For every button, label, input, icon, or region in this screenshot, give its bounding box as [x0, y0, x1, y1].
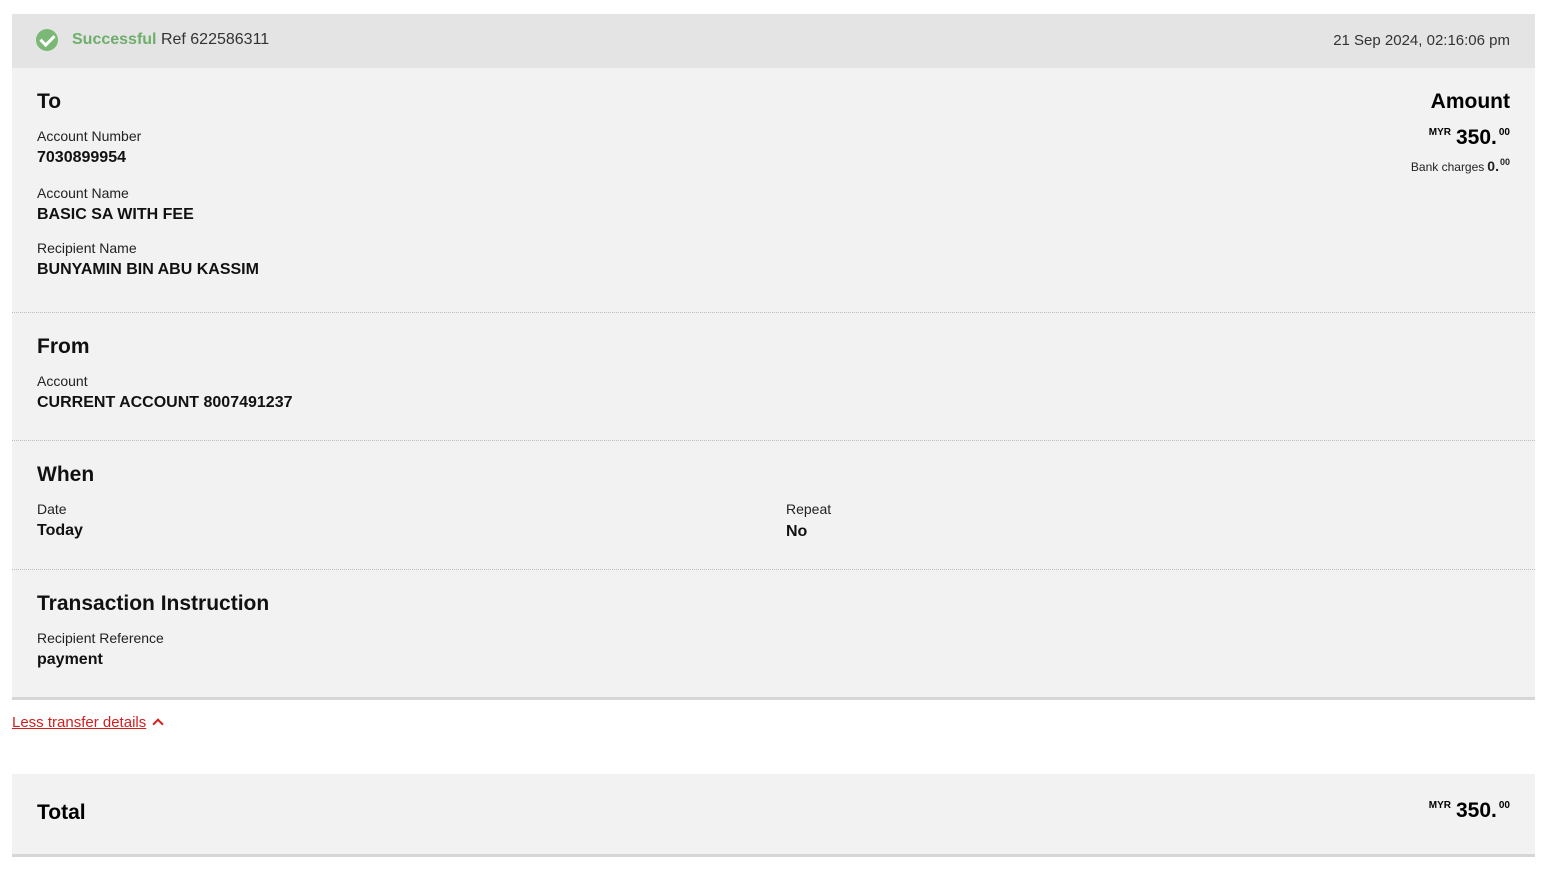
date-label: Date — [37, 501, 67, 517]
section-divider — [12, 312, 1535, 313]
transfer-details-card: Successful Ref 622586311 21 Sep 2024, 02… — [12, 14, 1535, 700]
recipient-reference-label: Recipient Reference — [37, 630, 164, 646]
account-name-value: BASIC SA WITH FEE — [37, 206, 194, 223]
status-line: Successful Ref 622586311 — [72, 31, 269, 49]
section-divider — [12, 440, 1535, 441]
from-account-value: CURRENT ACCOUNT 8007491237 — [37, 394, 293, 411]
amount-title: Amount — [1430, 90, 1510, 113]
from-account-label: Account — [37, 373, 88, 389]
reference-number: Ref 622586311 — [160, 31, 270, 48]
when-section-title: When — [37, 463, 95, 486]
recipient-name-value: BUNYAMIN BIN ABU KASSIM — [37, 261, 259, 278]
total-currency: MYR — [1428, 800, 1451, 811]
less-transfer-details-link[interactable]: Less transfer details — [12, 714, 164, 731]
total-card: Total MYR 350. 00 — [12, 774, 1535, 857]
total-title: Total — [37, 801, 86, 824]
account-number-value: 7030899954 — [37, 149, 126, 166]
repeat-label: Repeat — [786, 501, 832, 517]
chevron-up-icon — [152, 718, 164, 730]
bank-charges: Bank charges 0.00 — [1411, 157, 1510, 174]
amount-whole: 350. — [1456, 126, 1497, 149]
status-text: Successful — [72, 31, 157, 48]
section-divider — [12, 569, 1535, 570]
amount-cents: 00 — [1498, 127, 1510, 138]
transaction-timestamp: 21 Sep 2024, 02:16:06 pm — [1333, 32, 1510, 49]
bank-charges-whole: 0. — [1487, 158, 1499, 174]
total-amount: MYR 350. 00 — [1429, 799, 1510, 823]
less-transfer-details-label: Less transfer details — [12, 714, 147, 731]
status-bar: Successful Ref 622586311 21 Sep 2024, 02… — [12, 14, 1535, 68]
total-whole: 350. — [1456, 799, 1497, 822]
account-number-label: Account Number — [37, 128, 142, 144]
instruction-section-title: Transaction Instruction — [37, 592, 270, 615]
total-cents: 00 — [1498, 800, 1510, 811]
recipient-name-label: Recipient Name — [37, 240, 137, 256]
account-name-label: Account Name — [37, 185, 129, 201]
from-section-title: From — [37, 335, 90, 358]
amount-value: MYR 350. 00 — [1429, 126, 1510, 150]
repeat-value: No — [786, 523, 808, 540]
amount-currency: MYR — [1428, 127, 1451, 138]
check-circle-icon — [36, 29, 58, 51]
date-value: Today — [37, 522, 83, 539]
bank-charges-cents: 00 — [1499, 157, 1510, 167]
recipient-reference-value: payment — [37, 651, 103, 668]
to-section-title: To — [37, 90, 62, 113]
bank-charges-label: Bank charges — [1410, 160, 1485, 174]
